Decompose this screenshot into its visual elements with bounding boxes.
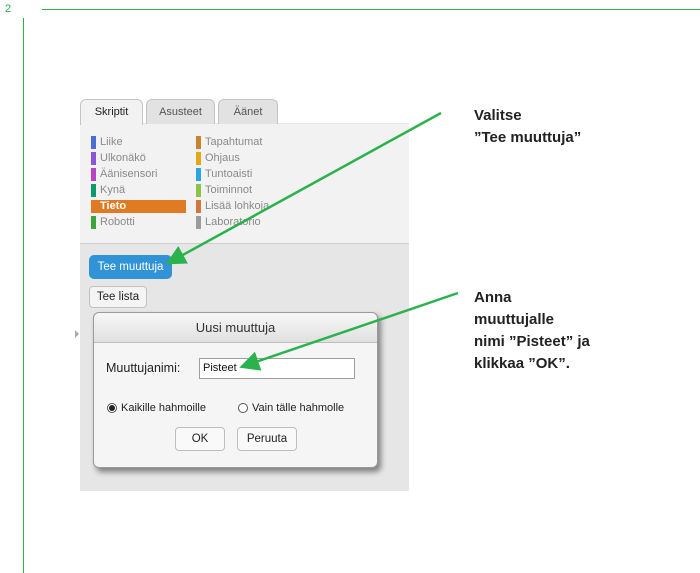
radio-label: Kaikille hahmoille (121, 402, 206, 414)
dialog-title: Uusi muuttuja (94, 313, 377, 343)
category-label: Kynä (100, 184, 126, 196)
category-label: Ohjaus (205, 152, 240, 164)
note-line: muuttujalle (474, 311, 555, 328)
category-lisaa-lohkoja[interactable]: Lisää lohkoja (196, 200, 296, 213)
category-label: Lisää lohkoja (205, 200, 270, 212)
radio-selected-icon (107, 403, 117, 413)
category-swatch (91, 216, 96, 229)
radio-unselected-icon (238, 403, 248, 413)
category-swatch (91, 200, 96, 213)
category-swatch (196, 168, 201, 181)
radio-label: Vain tälle hahmolle (252, 402, 345, 414)
category-label: Laboratorio (205, 216, 261, 228)
category-label: Tapahtumat (205, 136, 263, 148)
category-swatch (196, 184, 201, 197)
category-label: Ulkonäkö (100, 152, 146, 164)
note-line: klikkaa ”OK”. (474, 355, 570, 372)
note-line: Anna (474, 289, 512, 306)
note-line: Valitse (474, 107, 522, 124)
category-label: Tieto (100, 200, 127, 212)
category-swatch (196, 136, 201, 149)
category-robotti[interactable]: Robotti (91, 216, 186, 229)
category-ohjaus[interactable]: Ohjaus (196, 152, 296, 165)
category-swatch (91, 184, 96, 197)
cancel-button[interactable]: Peruuta (237, 427, 297, 451)
category-swatch (196, 216, 201, 229)
page-number: 2 (5, 3, 12, 15)
make-list-button[interactable]: Tee lista (89, 286, 147, 308)
top-rule (42, 9, 700, 10)
category-label: Robotti (100, 216, 135, 228)
category-label: Äänisensori (100, 168, 158, 180)
radio-all-sprites[interactable]: Kaikille hahmoille (107, 402, 206, 414)
instruction-note-2: Anna muuttujalle nimi ”Pisteet” ja klikk… (474, 287, 590, 375)
category-label: Tuntoaisti (205, 168, 253, 180)
note-line: nimi ”Pisteet” ja (474, 333, 590, 350)
category-laboratorio[interactable]: Laboratorio (196, 216, 296, 229)
category-kyna[interactable]: Kynä (91, 184, 186, 197)
category-aanisensori[interactable]: Äänisensori (91, 168, 186, 181)
ok-button[interactable]: OK (175, 427, 225, 451)
variable-name-label: Muuttujanimi: (106, 361, 181, 375)
make-variable-button[interactable]: Tee muuttuja (89, 255, 172, 279)
category-tapahtumat[interactable]: Tapahtumat (196, 136, 296, 149)
category-swatch (91, 136, 96, 149)
instruction-note-1: Valitse ”Tee muuttuja” (474, 105, 581, 149)
note-line: ”Tee muuttuja” (474, 129, 582, 146)
category-swatch (91, 168, 96, 181)
variable-name-input[interactable]: Pisteet (199, 358, 355, 379)
new-variable-dialog: Uusi muuttuja Muuttujanimi: Pisteet Kaik… (93, 312, 378, 468)
category-ulkonako[interactable]: Ulkonäkö (91, 152, 186, 165)
category-swatch (196, 152, 201, 165)
category-liike[interactable]: Liike (91, 136, 186, 149)
category-list: Liike Ulkonäkö Äänisensori Kynä Tieto Ro… (80, 124, 409, 244)
radio-this-sprite-only[interactable]: Vain tälle hahmolle (238, 402, 344, 414)
category-swatch (91, 152, 96, 165)
category-label: Toiminnot (205, 184, 253, 196)
category-toiminnot[interactable]: Toiminnot (196, 184, 296, 197)
category-tieto[interactable]: Tieto (91, 200, 186, 213)
tab-scripts[interactable]: Skriptit (80, 99, 143, 125)
left-rule (23, 18, 24, 573)
category-swatch (196, 200, 201, 213)
tab-sounds[interactable]: Äänet (218, 99, 278, 124)
category-label: Liike (100, 136, 123, 148)
collapse-arrow-icon[interactable] (75, 330, 79, 338)
category-tuntoaisti[interactable]: Tuntoaisti (196, 168, 296, 181)
tab-costumes[interactable]: Asusteet (146, 99, 215, 124)
